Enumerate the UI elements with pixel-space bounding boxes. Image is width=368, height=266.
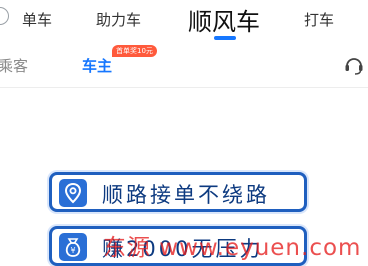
svg-text:¥: ¥ [70,246,75,255]
tab-bike[interactable]: 单车 [22,9,52,30]
banner-no-detour: 顺路接单不绕路 [49,172,307,212]
top-tab-bar: 单车 助力车 顺风车 打车 [0,0,368,46]
tab-ebike[interactable]: 助力车 [96,9,141,30]
promo-badge: 首单奖10元 [112,45,157,57]
banner-text: 赚2000无压力 [102,237,264,261]
active-tab-indicator [214,36,236,40]
banner-earn: ¥ 赚2000无压力 [49,226,307,266]
headset-icon[interactable] [343,54,365,76]
tab-driver[interactable]: 车主 [82,55,112,76]
tab-carpool[interactable]: 顺风车 [188,2,260,37]
location-pin-icon [59,179,87,207]
banner-text: 顺路接单不绕路 [102,183,270,207]
tab-taxi[interactable]: 打车 [304,9,334,30]
tab-passenger[interactable]: 乘客 [0,55,28,76]
money-bag-icon: ¥ [59,233,87,261]
back-circle-icon[interactable] [0,7,9,25]
role-tab-bar: 乘客 车主 首单奖10元 [0,45,368,88]
